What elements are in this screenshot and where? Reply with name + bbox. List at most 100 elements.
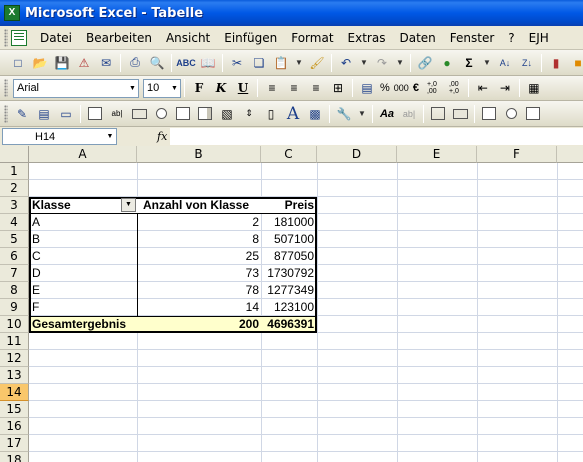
pivot-cell-klasse[interactable]: D (32, 265, 132, 282)
pivot-header-preis[interactable]: Preis (261, 197, 314, 214)
menu-ansicht[interactable]: Ansicht (159, 28, 217, 48)
font-name-select[interactable]: Arial ▼ (13, 78, 139, 98)
paste-icon[interactable]: 📋 (271, 54, 291, 72)
command-button-tool-icon[interactable] (129, 105, 149, 123)
chevron-down-icon[interactable]: ▼ (127, 80, 138, 97)
pivot-cell-anzahl[interactable]: 73 (139, 265, 259, 282)
list-form-icon[interactable] (523, 105, 543, 123)
menu-einfuegen[interactable]: Einfügen (217, 28, 284, 48)
pivot-cell-klasse[interactable]: C (32, 248, 132, 265)
underline-button[interactable]: U (233, 79, 253, 97)
chevron-down-icon[interactable]: ▼ (169, 80, 180, 97)
menu-daten[interactable]: Daten (392, 28, 442, 48)
properties-icon[interactable]: ▤ (34, 105, 54, 123)
pivot-cell-klasse[interactable]: E (32, 282, 132, 299)
row-header-5[interactable]: 5 (0, 231, 29, 248)
pivot-cell-preis[interactable]: 507100 (261, 231, 314, 248)
web-icon[interactable]: ● (437, 54, 457, 72)
listbox-tool-icon[interactable] (173, 105, 193, 123)
redo-dropdown-icon[interactable]: ▼ (394, 54, 406, 72)
print-icon[interactable]: ⎙ (125, 54, 145, 72)
undo-dropdown-icon[interactable]: ▼ (358, 54, 370, 72)
row-header-16[interactable]: 16 (0, 418, 29, 435)
column-header-f[interactable]: F (477, 146, 557, 163)
spelling-icon[interactable]: ABC (176, 54, 196, 72)
format-painter-icon[interactable]: 🖌 (307, 54, 327, 72)
scrollbar-tool-icon[interactable]: ▯ (261, 105, 281, 123)
increase-indent-icon[interactable]: ⇥ (495, 79, 515, 97)
row-header-12[interactable]: 12 (0, 350, 29, 367)
italic-button[interactable]: K (211, 79, 231, 97)
autosum-icon[interactable]: Σ (459, 54, 479, 72)
option-form-icon[interactable] (501, 105, 521, 123)
hyperlink-icon[interactable]: 🔗 (415, 54, 435, 72)
toggle-button-tool-icon[interactable]: ▧ (217, 105, 237, 123)
pivot-table[interactable]: Klasse ▼ Anzahl von Klasse Preis A 2 18100… (29, 197, 317, 334)
bold-button[interactable]: F (189, 79, 209, 97)
copy-icon[interactable]: ❏ (249, 54, 269, 72)
print-preview-icon[interactable]: 🔍 (147, 54, 167, 72)
workbook-icon[interactable] (11, 29, 27, 46)
column-header-e[interactable]: E (397, 146, 477, 163)
select-all-button[interactable] (0, 146, 29, 163)
image-tool-icon[interactable]: ▩ (305, 105, 325, 123)
insert-function-icon[interactable]: fx (157, 130, 167, 143)
column-header-c[interactable]: C (261, 146, 317, 163)
pivot-cell-anzahl[interactable]: 25 (139, 248, 259, 265)
decrease-decimal-icon[interactable]: ,00 +,0 (444, 79, 464, 97)
menu-ejh[interactable]: EJH (522, 28, 556, 48)
row-header-2[interactable]: 2 (0, 180, 29, 197)
design-mode-icon[interactable]: ✎ (12, 105, 32, 123)
align-left-icon[interactable]: ≡ (262, 79, 282, 97)
row-header-4[interactable]: 4 (0, 214, 29, 231)
currency-style-icon[interactable]: ▤ (357, 79, 377, 97)
row-header-18[interactable]: 18 (0, 452, 29, 462)
pivot-cell-klasse[interactable]: F (32, 299, 132, 316)
pivot-total-count[interactable]: 200 (139, 316, 259, 333)
pivot-cell-anzahl[interactable]: 8 (139, 231, 259, 248)
row-header-11[interactable]: 11 (0, 333, 29, 350)
formula-input[interactable] (170, 128, 583, 145)
row-header-13[interactable]: 13 (0, 367, 29, 384)
column-header-a[interactable]: A (29, 146, 137, 163)
save-icon[interactable]: 💾 (52, 54, 72, 72)
edit-box-form-icon[interactable]: ab| (399, 105, 419, 123)
row-header-14[interactable]: 14 (0, 384, 29, 401)
borders-icon[interactable]: ▦ (524, 79, 544, 97)
redo-icon[interactable]: ↷ (372, 54, 392, 72)
checkbox-tool-icon[interactable] (85, 105, 105, 123)
sort-ascending-icon[interactable]: A↓ (495, 54, 515, 72)
drawing-icon[interactable]: ■ (568, 54, 583, 72)
spin-button-tool-icon[interactable]: ⇕ (239, 105, 259, 123)
paste-dropdown-icon[interactable]: ▼ (293, 54, 305, 72)
chevron-down-icon[interactable]: ▼ (121, 198, 136, 212)
new-document-icon[interactable]: □ (8, 54, 28, 72)
toolbar-options-icon[interactable]: ▼ (356, 105, 368, 123)
pivot-cell-preis[interactable]: 1730792 (261, 265, 314, 282)
pivot-cell-anzahl[interactable]: 14 (139, 299, 259, 316)
label-tool-icon[interactable]: A (283, 104, 303, 124)
decrease-indent-icon[interactable]: ⇤ (473, 79, 493, 97)
option-button-tool-icon[interactable] (151, 105, 171, 123)
percent-button[interactable]: % (379, 79, 391, 97)
menu-bearbeiten[interactable]: Bearbeiten (79, 28, 159, 48)
column-header-b[interactable]: B (137, 146, 261, 163)
research-icon[interactable]: 📖 (198, 54, 218, 72)
merge-center-icon[interactable]: ⊞ (328, 79, 348, 97)
menu-extras[interactable]: Extras (341, 28, 393, 48)
align-center-icon[interactable]: ≡ (284, 79, 304, 97)
checkbox-form-icon[interactable] (479, 105, 499, 123)
row-header-7[interactable]: 7 (0, 265, 29, 282)
excel-app-icon[interactable]: X (4, 5, 20, 21)
textbox-tool-icon[interactable]: ab| (107, 105, 127, 123)
thousands-separator-button[interactable]: 000 (393, 79, 410, 97)
row-header-3[interactable]: 3 (0, 197, 29, 214)
name-box[interactable]: H14 ▼ (2, 128, 117, 145)
menu-format[interactable]: Format (284, 28, 340, 48)
row-header-9[interactable]: 9 (0, 299, 29, 316)
cut-icon[interactable]: ✂ (227, 54, 247, 72)
pivot-cell-anzahl[interactable]: 78 (139, 282, 259, 299)
pivot-cell-klasse[interactable]: B (32, 231, 132, 248)
email-icon[interactable]: ✉ (96, 54, 116, 72)
row-header-17[interactable]: 17 (0, 435, 29, 452)
